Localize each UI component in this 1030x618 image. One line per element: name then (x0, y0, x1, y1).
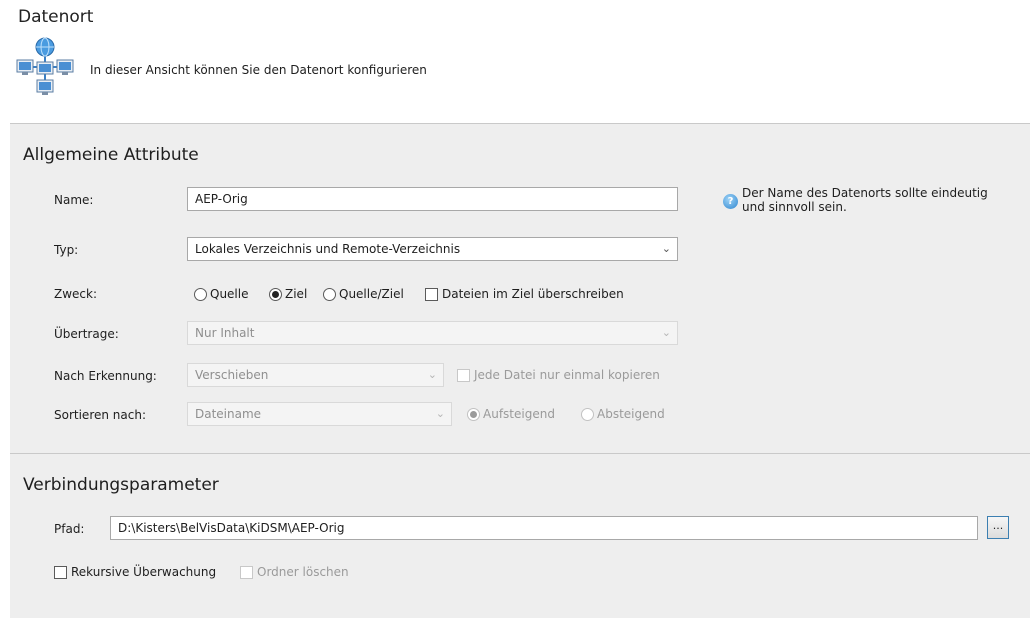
sort-option-label: Aufsteigend (483, 407, 555, 421)
type-select[interactable]: Lokales Verzeichnis und Remote-Verzeichn… (187, 237, 678, 261)
path-input[interactable]: D:\Kisters\BelVisData\KiDSM\AEP-Orig (110, 516, 978, 540)
chevron-down-icon: ⌄ (661, 326, 671, 339)
page-header: Datenort In dieser Ansicht können Sie de… (0, 0, 1030, 123)
network-computers-icon (16, 37, 74, 95)
radio-button[interactable] (467, 407, 480, 421)
type-label: Typ: (54, 243, 79, 257)
name-label: Name: (54, 193, 94, 207)
copy-once-checkbox[interactable]: Jede Datei nur einmal kopieren (457, 366, 660, 384)
help-icon: ? (723, 194, 738, 209)
radio-button[interactable] (323, 287, 336, 301)
sort-radio-ascending[interactable]: Aufsteigend (467, 405, 555, 423)
delete-folder-checkbox[interactable]: Ordner löschen (240, 563, 349, 581)
page-description: In dieser Ansicht können Sie den Datenor… (90, 63, 427, 77)
radio-button[interactable] (581, 407, 594, 421)
purpose-option-label: Ziel (285, 287, 308, 301)
recursive-watch-label: Rekursive Überwachung (71, 565, 217, 579)
transfer-select[interactable]: Nur Inhalt ⌄ (187, 321, 678, 345)
purpose-label: Zweck: (54, 287, 98, 301)
sort-select-value: Dateiname (195, 407, 262, 421)
type-select-value: Lokales Verzeichnis und Remote-Verzeichn… (195, 242, 461, 256)
purpose-radio-quelle[interactable]: Quelle (194, 285, 248, 303)
chevron-down-icon: ⌄ (427, 368, 437, 381)
name-hint: Der Name des Datenorts sollte eindeutig … (742, 186, 988, 214)
checkbox[interactable] (425, 287, 438, 301)
overwrite-checkbox[interactable]: Dateien im Ziel überschreiben (425, 285, 624, 303)
chevron-down-icon: ⌄ (661, 242, 671, 255)
purpose-option-label: Quelle/Ziel (339, 287, 404, 301)
purpose-radio-quelle-ziel[interactable]: Quelle/Ziel (323, 285, 404, 303)
sort-option-label: Absteigend (597, 407, 665, 421)
path-label: Pfad: (54, 522, 85, 536)
recursive-watch-checkbox[interactable]: Rekursive Überwachung (54, 563, 216, 581)
general-attributes-title: Allgemeine Attribute (23, 145, 199, 165)
purpose-option-label: Quelle (210, 287, 249, 301)
chevron-down-icon: ⌄ (435, 407, 445, 420)
radio-button[interactable] (194, 287, 207, 301)
sort-select[interactable]: Dateiname ⌄ (187, 402, 452, 426)
delete-folder-label: Ordner löschen (257, 565, 349, 579)
page-title: Datenort (18, 7, 94, 27)
connection-parameters-title: Verbindungsparameter (23, 475, 219, 495)
purpose-radio-ziel[interactable]: Ziel (269, 285, 307, 303)
checkbox[interactable] (54, 565, 67, 579)
radio-button[interactable] (269, 287, 282, 301)
checkbox[interactable] (457, 368, 470, 382)
after-detect-label: Nach Erkennung: (54, 369, 157, 383)
name-input[interactable]: AEP-Orig (187, 187, 678, 211)
checkbox[interactable] (240, 565, 253, 579)
sort-label: Sortieren nach: (54, 408, 146, 422)
transfer-label: Übertrage: (54, 327, 119, 341)
browse-button[interactable]: ... (987, 516, 1009, 539)
overwrite-label: Dateien im Ziel überschreiben (442, 287, 624, 301)
after-detect-select[interactable]: Verschieben ⌄ (187, 363, 444, 387)
after-detect-select-value: Verschieben (195, 368, 269, 382)
sort-radio-descending[interactable]: Absteigend (581, 405, 665, 423)
copy-once-label: Jede Datei nur einmal kopieren (474, 368, 660, 382)
transfer-select-value: Nur Inhalt (195, 326, 255, 340)
